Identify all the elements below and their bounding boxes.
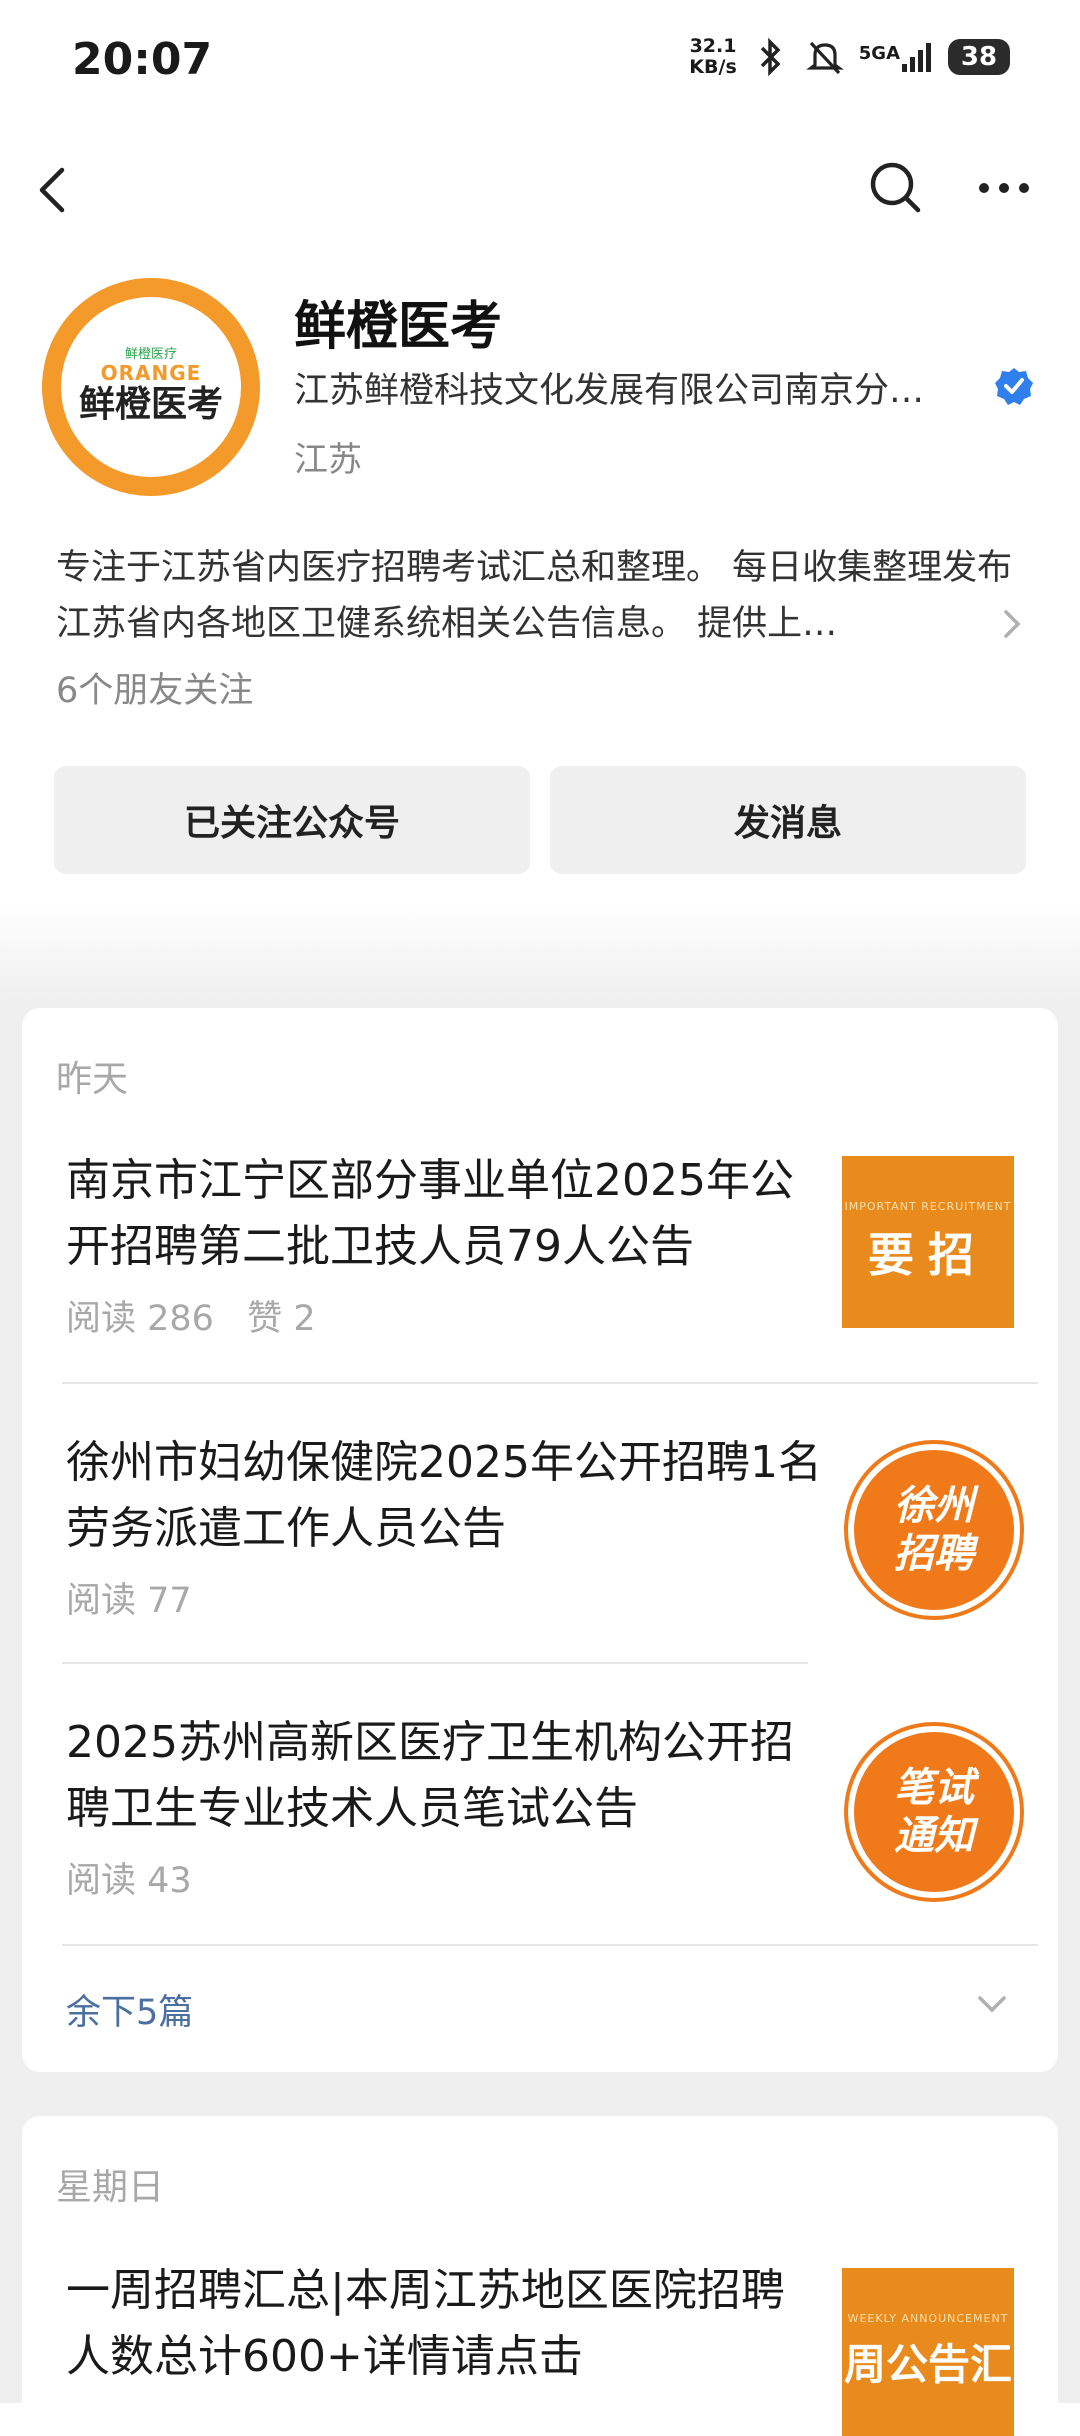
article-meta: 阅读 286 赞 2 (66, 1299, 316, 1339)
article-title[interactable]: 南京市江宁区部分事业单位2025年公开招聘第二批卫技人员79人公告 (66, 1148, 826, 1280)
thumbnail-text: 周公告汇 (843, 2340, 1012, 2389)
back-button[interactable] (30, 160, 78, 220)
divider (62, 1382, 1038, 1384)
signal-icon: 5GA (859, 40, 934, 74)
thumbnail-badge: 徐州 招聘 (848, 1444, 1020, 1616)
signal-label: 5GA (858, 43, 900, 64)
chevron-down-icon[interactable] (974, 1992, 1010, 2016)
divider (62, 1662, 808, 1664)
avatar-logo-brand: ORANGE (100, 361, 202, 385)
article-title[interactable]: 2025苏州高新区医疗卫生机构公开招聘卫生专业技术人员笔试公告 (66, 1710, 826, 1842)
account-region: 江苏 (294, 440, 362, 480)
show-more-link[interactable]: 余下5篇 (66, 1984, 193, 2035)
thumbnail-badge: 笔试 通知 (848, 1726, 1020, 1898)
avatar-logo: 鲜橙医疗 ORANGE 鲜橙医考 (61, 297, 241, 477)
article-meta: 阅读 43 (66, 1861, 192, 1901)
avatar-logo-small: 鲜橙医疗 (124, 347, 177, 362)
avatar-logo-text: 鲜橙医考 (78, 384, 223, 425)
search-icon (870, 162, 921, 213)
chevron-left-icon (39, 167, 65, 213)
more-icon (979, 183, 1029, 193)
thumbnail-text: 招聘 (894, 1531, 974, 1577)
thumbnail-subtitle: IMPORTANT RECRUITMENT (844, 1199, 1012, 1213)
thumbnail-text: 徐州 (894, 1483, 974, 1529)
thumbnail-subtitle: WEEKLY ANNOUNCEMENT (847, 2312, 1009, 2325)
thumbnail-text: 通知 (894, 1813, 974, 1859)
day-label: 昨天 (56, 1059, 129, 1100)
thumbnail-text: 要招 (868, 1227, 988, 1282)
more-button[interactable] (976, 168, 1032, 208)
battery-indicator: 38 (948, 39, 1010, 75)
send-message-button[interactable]: 发消息 (550, 766, 1026, 874)
divider (62, 1944, 1038, 1946)
status-bar-icons: 32.1 KB/s 5GA 38 (689, 36, 1010, 78)
mute-icon (805, 37, 845, 77)
article-title[interactable]: 徐州市妇幼保健院2025年公开招聘1名劳务派遣工作人员公告 (66, 1430, 826, 1562)
network-speed: 32.1 KB/s (689, 36, 736, 78)
friends-following[interactable]: 6个朋友关注 (56, 662, 253, 713)
article-thumbnail[interactable]: IMPORTANT RECRUITMENT 要招 (842, 1156, 1014, 1328)
article-thumbnail[interactable]: WEEKLY ANNOUNCEMENT 周公告汇 (842, 2268, 1014, 2436)
network-speed-unit: KB/s (689, 56, 737, 78)
account-company[interactable]: 江苏鲜橙科技文化发展有限公司南京分… (294, 362, 976, 413)
chevron-right-icon[interactable] (1000, 606, 1024, 642)
article-thumbnail[interactable]: 笔试 通知 (848, 1726, 1020, 1898)
bluetooth-icon (751, 37, 791, 77)
day-label: 星期日 (56, 2167, 165, 2208)
article-title[interactable]: 一周招聘汇总|本周江苏地区医院招聘人数总计600+详情请点击 (66, 2258, 826, 2390)
thumbnail-text: 笔试 (894, 1765, 974, 1811)
feed-card: 星期日 一周招聘汇总|本周江苏地区医院招聘人数总计600+详情请点击 WEEKL… (22, 2116, 1058, 2436)
verified-icon (994, 366, 1034, 406)
followed-button[interactable]: 已关注公众号 (54, 766, 530, 874)
avatar[interactable]: 鲜橙医疗 ORANGE 鲜橙医考 (42, 278, 260, 496)
feed-card: 昨天 南京市江宁区部分事业单位2025年公开招聘第二批卫技人员79人公告 阅读 … (22, 1008, 1058, 2072)
search-button[interactable] (868, 160, 924, 216)
status-time: 20:07 (72, 34, 213, 85)
article-meta: 阅读 77 (66, 1581, 192, 1621)
account-name: 鲜橙医考 (294, 297, 503, 357)
network-speed-value: 32.1 (689, 35, 737, 57)
article-thumbnail[interactable]: 徐州 招聘 (848, 1444, 1020, 1616)
account-description[interactable]: 专注于江苏省内医疗招聘考试汇总和整理。 每日收集整理发布江苏省内各地区卫健系统相… (56, 540, 1014, 652)
